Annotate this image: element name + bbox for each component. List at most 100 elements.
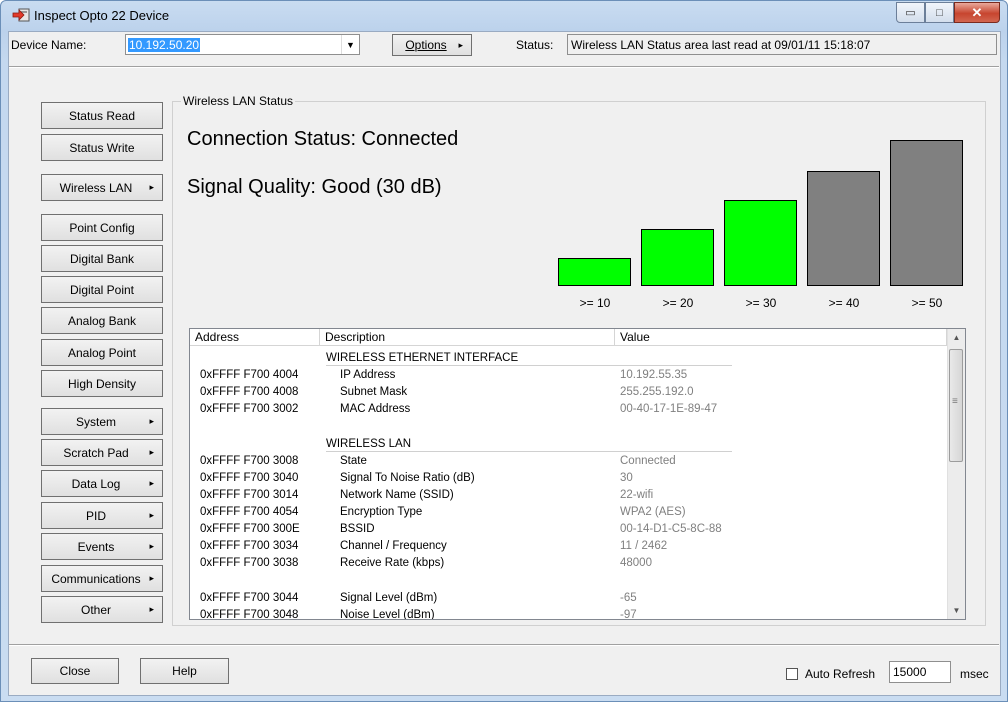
sidebar-button-data-log[interactable]: Data Log ▸ xyxy=(41,470,163,497)
sidebar-button-status-write[interactable]: Status Write xyxy=(41,134,163,161)
title-bar[interactable]: Inspect Opto 22 Device ▭ □ ✕ xyxy=(1,1,1007,31)
table-blank-row[interactable] xyxy=(190,419,947,433)
maximize-icon: □ xyxy=(936,6,943,19)
sidebar-button-pid[interactable]: PID ▸ xyxy=(41,502,163,529)
value-cell: 30 xyxy=(620,472,633,484)
close-window-button[interactable]: ✕ xyxy=(954,2,1000,23)
signal-bar-label: >= 10 xyxy=(579,296,611,310)
table-row[interactable]: 0xFFFF F700 3038 Receive Rate (kbps) 48000 xyxy=(190,556,947,570)
table-row[interactable]: 0xFFFF F700 300E BSSID 00-14-D1-C5-8C-88 xyxy=(190,522,947,536)
sidebar-button-label: Scratch Pad xyxy=(63,445,129,460)
sidebar-button-point-config[interactable]: Point Config xyxy=(41,214,163,241)
address-cell: 0xFFFF F700 4054 xyxy=(200,506,299,518)
sidebar-button-label: Point Config xyxy=(69,220,135,235)
scroll-up-icon[interactable]: ▲ xyxy=(948,329,965,346)
vertical-scrollbar[interactable]: ▲ ≡ ▼ xyxy=(947,329,965,619)
sidebar-button-label: Data Log xyxy=(71,476,121,491)
sidebar-button-digital-point[interactable]: Digital Point xyxy=(41,276,163,303)
inspect-device-window: Inspect Opto 22 Device ▭ □ ✕ Device Name… xyxy=(0,0,1008,702)
sidebar-button-label: Communications xyxy=(51,571,141,586)
sidebar-button-wireless-lan[interactable]: Wireless LAN ▸ xyxy=(41,174,163,201)
table-row[interactable]: 0xFFFF F700 3048 Noise Level (dBm) -97 xyxy=(190,608,947,620)
value-cell: 255.255.192.0 xyxy=(620,386,694,398)
sidebar-button-label: PID xyxy=(85,508,106,523)
column-header-description[interactable]: Description xyxy=(320,329,615,346)
status-label: Status: xyxy=(516,38,554,52)
address-cell: 0xFFFF F700 300E xyxy=(200,523,300,535)
scroll-thumb[interactable]: ≡ xyxy=(949,349,963,462)
device-name-label: Device Name: xyxy=(11,38,87,52)
description-cell: Network Name (SSID) xyxy=(340,489,454,501)
maximize-button[interactable]: □ xyxy=(925,2,954,23)
help-button[interactable]: Help xyxy=(140,658,229,684)
signal-bar-label: >= 40 xyxy=(828,296,860,310)
table-row[interactable]: 0xFFFF F700 3040 Signal To Noise Ratio (d… xyxy=(190,471,947,485)
options-button[interactable]: Options ▸ xyxy=(392,34,472,56)
table-row[interactable]: 0xFFFF F700 4008 Subnet Mask 255.255.192.0 xyxy=(190,385,947,399)
sidebar-button-events[interactable]: Events ▸ xyxy=(41,533,163,560)
close-icon: ✕ xyxy=(971,4,983,20)
chevron-down-icon[interactable]: ▼ xyxy=(341,35,359,54)
table-section-row[interactable]: WIRELESS ETHERNET INTERFACE xyxy=(190,351,947,366)
table-row[interactable]: 0xFFFF F700 3002 MAC Address 00-40-17-1E-8… xyxy=(190,402,947,416)
signal-bar xyxy=(890,140,963,286)
signal-bar-label: >= 30 xyxy=(745,296,777,310)
address-cell: 0xFFFF F700 4004 xyxy=(200,369,299,381)
table-header: Address Description Value xyxy=(190,329,947,347)
submenu-arrow-icon: ▸ xyxy=(149,604,154,614)
value-cell: 11 / 2462 xyxy=(620,540,668,552)
submenu-arrow-icon: ▸ xyxy=(458,39,463,50)
sidebar-button-high-density[interactable]: High Density xyxy=(41,370,163,397)
description-cell: MAC Address xyxy=(340,403,411,415)
value-cell: 00-14-D1-C5-8C-88 xyxy=(620,523,722,535)
table-row[interactable]: 0xFFFF F700 3014 Network Name (SSID) 22-wi… xyxy=(190,488,947,502)
table-row[interactable]: 0xFFFF F700 3034 Channel / Frequency 11 / … xyxy=(190,539,947,553)
value-cell: 48000 xyxy=(620,557,652,569)
sidebar-button-label: System xyxy=(75,414,116,429)
value-cell: 00-40-17-1E-89-47 xyxy=(620,403,718,415)
address-cell: 0xFFFF F700 4008 xyxy=(200,386,299,398)
scroll-down-icon[interactable]: ▼ xyxy=(948,602,965,619)
device-name-combobox[interactable]: 10.192.50.20 ▼ xyxy=(125,34,360,55)
column-header-address[interactable]: Address xyxy=(190,329,320,346)
column-header-value[interactable]: Value xyxy=(615,329,947,346)
sidebar-button-communications[interactable]: Communications ▸ xyxy=(41,565,163,592)
table-section-row[interactable]: WIRELESS LAN xyxy=(190,437,947,452)
table-row[interactable]: 0xFFFF F700 4004 IP Address 10.192.55.35 xyxy=(190,368,947,382)
sidebar-button-system[interactable]: System ▸ xyxy=(41,408,163,435)
value-cell: -97 xyxy=(620,609,637,620)
signal-bar xyxy=(641,229,714,286)
register-table[interactable]: Address Description Value WIRELESS ETHER… xyxy=(189,328,966,620)
submenu-arrow-icon: ▸ xyxy=(149,478,154,488)
signal-bar xyxy=(807,171,880,286)
table-row[interactable]: 0xFFFF F700 3044 Signal Level (dBm) -65 xyxy=(190,591,947,605)
submenu-arrow-icon: ▸ xyxy=(149,510,154,520)
sidebar-button-analog-bank[interactable]: Analog Bank xyxy=(41,307,163,334)
dialog-client-area: Device Name: 10.192.50.20 ▼ Options ▸ St… xyxy=(8,31,1001,696)
sidebar-button-label: Status Write xyxy=(69,140,135,155)
table-row[interactable]: 0xFFFF F700 4054 Encryption Type WPA2 (AES… xyxy=(190,505,947,519)
sidebar-button-status-read[interactable]: Status Read xyxy=(41,102,163,129)
sidebar-button-label: Analog Point xyxy=(67,345,137,360)
submenu-arrow-icon: ▸ xyxy=(149,541,154,551)
sidebar-button-analog-point[interactable]: Analog Point xyxy=(41,339,163,366)
description-cell: BSSID xyxy=(340,523,375,535)
sidebar-button-digital-bank[interactable]: Digital Bank xyxy=(41,245,163,272)
auto-refresh-checkbox[interactable] xyxy=(786,668,798,680)
sidebar-button-scratch-pad[interactable]: Scratch Pad ▸ xyxy=(41,439,163,466)
table-blank-row[interactable] xyxy=(190,573,947,587)
table-row[interactable]: 0xFFFF F700 3008 State Connected xyxy=(190,454,947,468)
connection-status: Connection Status: Connected xyxy=(187,128,459,150)
close-button[interactable]: Close xyxy=(31,658,119,684)
address-cell: 0xFFFF F700 3038 xyxy=(200,557,299,569)
address-cell: 0xFFFF F700 3034 xyxy=(200,540,299,552)
footer-divider xyxy=(9,644,999,646)
description-cell: Channel / Frequency xyxy=(340,540,447,552)
msec-label: msec xyxy=(960,667,989,681)
section-underline xyxy=(326,365,732,366)
minimize-button[interactable]: ▭ xyxy=(896,2,925,23)
refresh-interval-input[interactable]: 15000 xyxy=(889,661,951,683)
description-cell: IP Address xyxy=(340,369,396,381)
sidebar-button-other[interactable]: Other ▸ xyxy=(41,596,163,623)
value-cell: Connected xyxy=(620,455,676,467)
